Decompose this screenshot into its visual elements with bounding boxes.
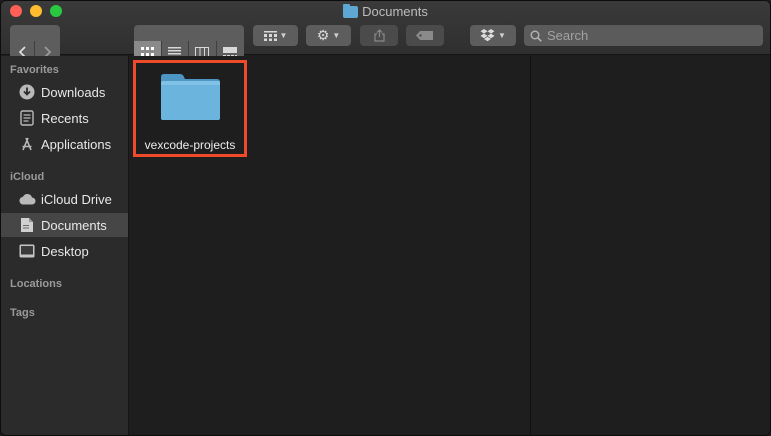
- sidebar-item-label: Applications: [41, 136, 112, 152]
- sidebar-item-recents[interactable]: Recents: [1, 106, 128, 130]
- file-browser-pane[interactable]: vexcode-projects: [130, 56, 530, 435]
- recents-icon: [18, 109, 36, 127]
- dropbox-button[interactable]: ▼: [470, 25, 516, 46]
- edit-tags-button[interactable]: [406, 25, 444, 46]
- download-icon: [18, 83, 36, 101]
- sidebar-item-desktop[interactable]: Desktop: [1, 239, 128, 263]
- group-grid-icon: [263, 30, 277, 41]
- desktop-icon: [18, 242, 36, 260]
- sidebar: Favorites Downloads Recents Applications…: [1, 56, 129, 435]
- folder-icon: [161, 74, 220, 120]
- group-by-button[interactable]: ▼: [253, 25, 298, 46]
- applications-icon: [18, 135, 36, 153]
- folder-icon: [343, 4, 359, 18]
- toolbar: Documents ▼ ⚙ ▼ ▼ Search: [1, 1, 770, 78]
- action-menu-button[interactable]: ⚙ ▼: [306, 25, 351, 46]
- icon-grid-icon: [140, 46, 154, 56]
- sidebar-item-documents[interactable]: Documents: [1, 213, 128, 237]
- folder-name: vexcode-projects: [144, 138, 236, 152]
- dropbox-icon: [480, 29, 495, 42]
- sidebar-item-applications[interactable]: Applications: [1, 132, 128, 156]
- sidebar-item-label: Downloads: [41, 84, 106, 100]
- chevron-down-icon: ▼: [279, 31, 288, 40]
- cloud-icon: [18, 190, 36, 208]
- gallery-icon: [223, 46, 238, 57]
- sidebar-item-label: iCloud Drive: [41, 191, 112, 207]
- columns-icon: [195, 46, 210, 57]
- share-icon: [373, 29, 385, 42]
- tag-icon: [416, 31, 433, 40]
- gear-icon: ⚙: [316, 27, 330, 43]
- sidebar-section-icloud: iCloud: [10, 171, 45, 183]
- document-icon: [18, 216, 36, 234]
- finder-window: Documents ▼ ⚙ ▼ ▼ Search Favorites Downl…: [0, 0, 771, 436]
- chevron-down-icon: ▼: [332, 31, 341, 40]
- sidebar-item-label: Recents: [41, 110, 89, 126]
- sidebar-section-favorites: Favorites: [10, 64, 59, 76]
- share-button[interactable]: [360, 25, 398, 46]
- sidebar-item-label: Documents: [41, 217, 107, 233]
- window-title-text: Documents: [362, 4, 428, 19]
- chevron-down-icon: ▼: [498, 31, 506, 40]
- search-icon: [530, 30, 542, 42]
- sidebar-section-locations[interactable]: Locations: [10, 278, 62, 290]
- sidebar-item-downloads[interactable]: Downloads: [1, 80, 128, 104]
- sidebar-item-icloud-drive[interactable]: iCloud Drive: [1, 187, 128, 211]
- window-title: Documents: [1, 4, 770, 19]
- sidebar-item-label: Desktop: [41, 243, 89, 259]
- list-icon: [168, 46, 182, 57]
- folder-item[interactable]: vexcode-projects: [133, 60, 247, 157]
- preview-pane: [531, 56, 770, 435]
- search-field[interactable]: Search: [524, 25, 763, 46]
- search-placeholder: Search: [547, 28, 589, 43]
- sidebar-section-tags[interactable]: Tags: [10, 307, 35, 319]
